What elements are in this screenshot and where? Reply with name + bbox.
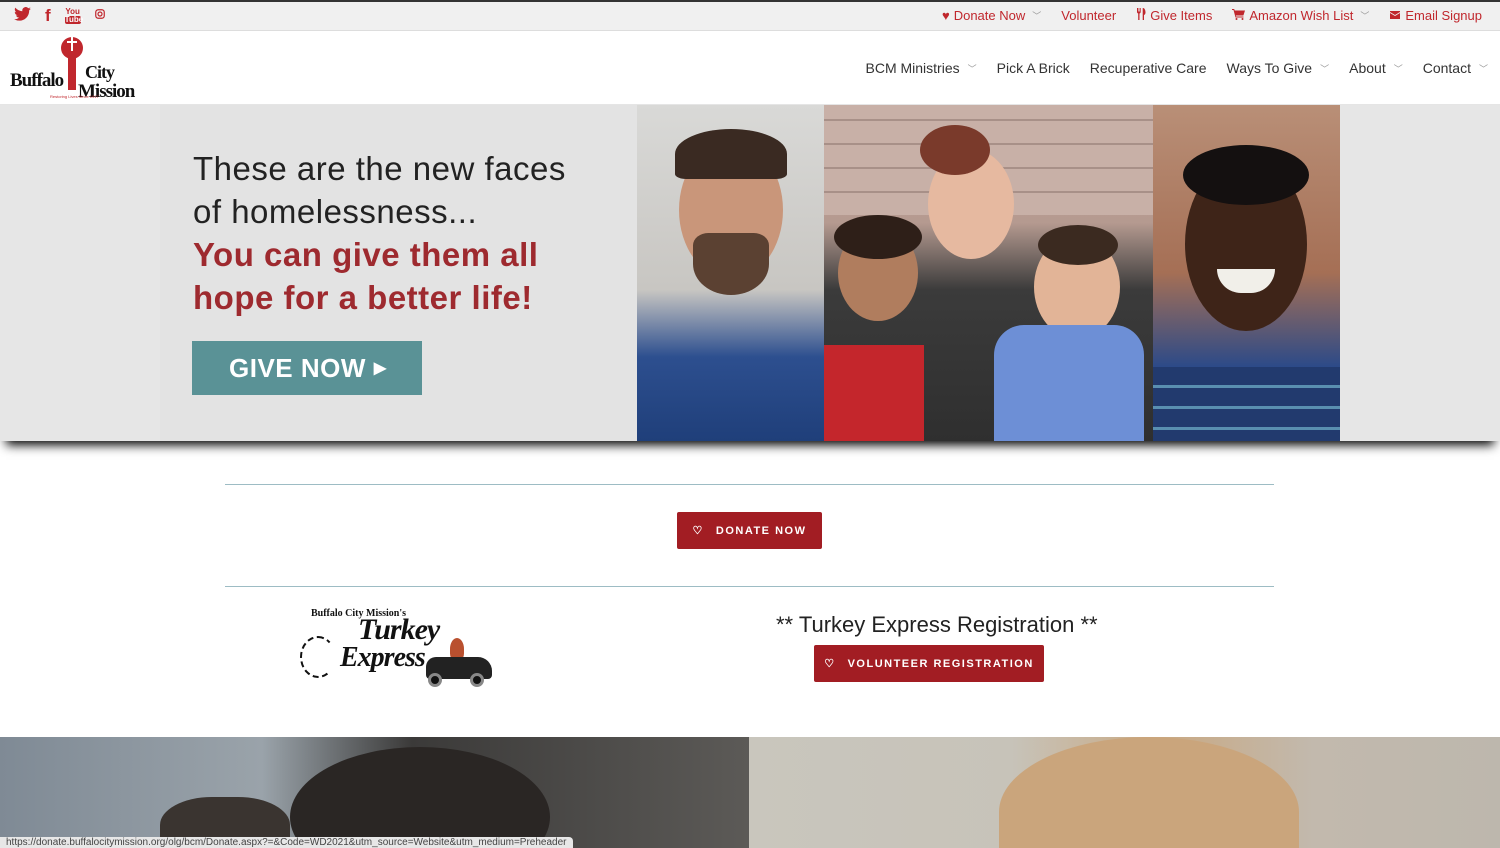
hero-photo-man (637, 105, 824, 441)
buffalo-city-mission-logo[interactable]: Buffalo City Mission Restoring Lives Sin… (10, 34, 136, 102)
dashed-swirl (300, 636, 336, 678)
envelope-icon (1389, 8, 1401, 23)
facebook-icon[interactable]: f (45, 6, 51, 26)
nav-ways-to-give[interactable]: Ways To Give ﹀ (1227, 60, 1330, 76)
youtube-icon-bottom: Tube (64, 15, 84, 24)
divider (225, 586, 1274, 587)
hero-line-3: You can give them all (193, 236, 539, 273)
nav-about[interactable]: About ﹀ (1349, 60, 1403, 76)
heart-outline-icon: ♡ (692, 525, 704, 537)
chevron-down-icon: ﹀ (1393, 63, 1403, 74)
logo-tagline: Restoring Lives Since 1917 (50, 94, 99, 99)
social-links: f You Tube (14, 6, 105, 26)
play-arrow-icon: ▶ (373, 360, 387, 377)
main-nav: BCM Ministries ﹀ Pick A Brick Recuperati… (866, 60, 1489, 76)
topnav-volunteer[interactable]: Volunteer (1061, 8, 1116, 23)
twitter-icon[interactable] (14, 6, 31, 26)
topnav-label: Email Signup (1405, 8, 1482, 23)
nav-label: Ways To Give (1226, 60, 1313, 76)
youtube-icon[interactable]: You Tube (64, 8, 84, 24)
hero-line-2: of homelessness... (193, 193, 478, 230)
nav-bcm-ministries[interactable]: BCM Ministries ﹀ (866, 60, 977, 76)
topnav-give-items[interactable]: Give Items (1136, 8, 1212, 23)
browser-status-url: https://donate.buffalocitymission.org/ol… (0, 837, 573, 848)
nav-label: Pick A Brick (996, 60, 1070, 76)
feature-tile-left[interactable] (0, 737, 749, 848)
instagram-icon[interactable] (94, 6, 105, 26)
divider (225, 484, 1274, 485)
topnav-label: Amazon Wish List (1249, 8, 1354, 23)
wheel-icon (428, 673, 442, 687)
hero-line-4: hope for a better life! (193, 279, 533, 316)
donate-now-button[interactable]: ♡ DONATE NOW (677, 512, 822, 549)
turkey-express-title: ** Turkey Express Registration ** (776, 612, 1098, 637)
hero-text-panel: These are the new faces of homelessness.… (160, 105, 637, 441)
hero-headline: These are the new faces of homelessness.… (193, 147, 566, 319)
topnav-label: Volunteer (1061, 8, 1117, 23)
nav-recuperative-care[interactable]: Recuperative Care (1090, 60, 1207, 76)
volunteer-registration-label: VOLUNTEER REGISTRATION (847, 657, 1034, 670)
hero-section: These are the new faces of homelessness.… (0, 105, 1500, 441)
nav-label: BCM Ministries (865, 60, 960, 76)
chevron-down-icon: ﹀ (1478, 63, 1488, 74)
feature-tile-right[interactable] (749, 737, 1500, 848)
nav-pick-a-brick[interactable]: Pick A Brick (997, 60, 1070, 76)
turkey-express-logo[interactable]: Buffalo City Mission's Turkey Express (300, 608, 494, 687)
donate-now-label: DONATE NOW (715, 524, 807, 537)
topnav-label: Donate Now (953, 8, 1026, 23)
chevron-down-icon: ﹀ (967, 63, 977, 74)
logo-word-city: City (85, 62, 115, 82)
topnav-donate-now[interactable]: ♥ Donate Now ﹀ (942, 8, 1041, 23)
utensils-icon (1136, 8, 1146, 23)
wheel-icon (470, 673, 484, 687)
utility-nav: ♥ Donate Now ﹀ Volunteer Give Items Amaz… (942, 8, 1482, 23)
hero-line-1: These are the new faces (193, 150, 566, 187)
turkey-logo-word1: Turkey (358, 613, 440, 646)
topnav-amazon-wish-list[interactable]: Amazon Wish List ﹀ (1232, 8, 1369, 23)
volunteer-registration-button[interactable]: ♡ VOLUNTEER REGISTRATION (814, 645, 1044, 682)
topnav-label: Give Items (1150, 8, 1213, 23)
heart-icon: ♥ (941, 8, 950, 23)
turkey-logo-word2: Express (340, 642, 426, 673)
hero-photo-family (824, 105, 1153, 441)
chevron-down-icon: ﹀ (1320, 63, 1330, 74)
hero-banner[interactable]: These are the new faces of homelessness.… (160, 105, 1340, 441)
nav-label: About (1349, 60, 1386, 76)
nav-label: Contact (1422, 60, 1471, 76)
give-now-button[interactable]: GIVE NOW ▶ (192, 341, 422, 395)
nav-contact[interactable]: Contact ﹀ (1423, 60, 1488, 76)
top-utility-bar: f You Tube ♥ Donate Now ﹀ Volunteer Give… (0, 0, 1500, 31)
hero-photo-young-man (1153, 105, 1340, 441)
nav-label: Recuperative Care (1089, 60, 1207, 76)
chevron-down-icon: ﹀ (1360, 11, 1370, 21)
site-header: Buffalo City Mission Restoring Lives Sin… (0, 31, 1500, 105)
logo-word-buffalo: Buffalo (10, 70, 64, 91)
heart-outline-icon: ♡ (824, 658, 836, 670)
topnav-email-signup[interactable]: Email Signup (1389, 8, 1482, 23)
cart-icon (1232, 8, 1246, 23)
chevron-down-icon: ﹀ (1032, 11, 1042, 21)
logo-word-mission: Mission (78, 81, 135, 102)
give-now-label: GIVE NOW (229, 352, 366, 383)
